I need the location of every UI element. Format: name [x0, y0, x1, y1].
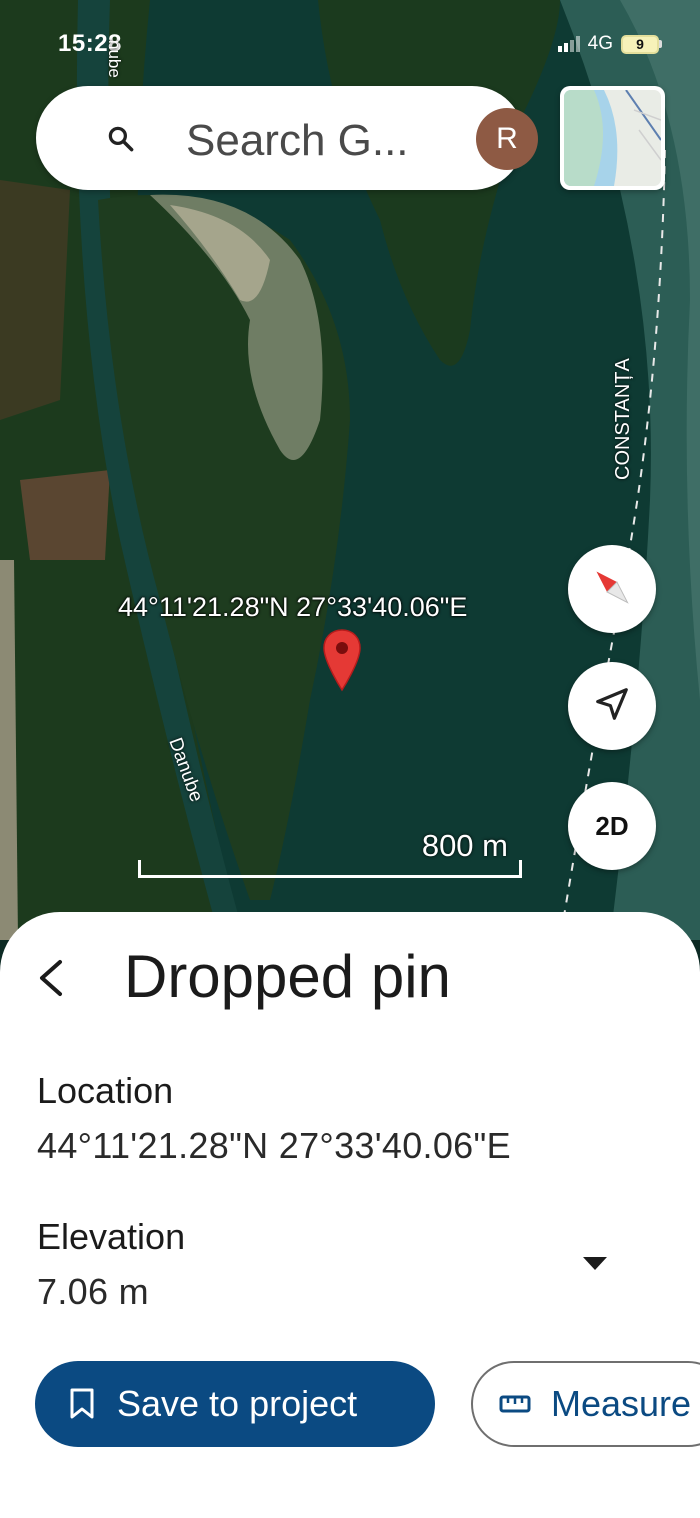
status-indicators: 4G 9: [557, 33, 662, 55]
save-to-project-button[interactable]: Save to project: [35, 1361, 435, 1447]
elevation-value: 7.06 m: [37, 1271, 149, 1312]
layers-thumbnail[interactable]: [560, 86, 665, 190]
bookmark-icon: [69, 1388, 95, 1420]
search-icon: [106, 124, 136, 159]
search-bar[interactable]: Search G... R: [36, 86, 538, 190]
compass-icon: [584, 559, 640, 620]
measure-button-label: Measure: [551, 1383, 692, 1424]
avatar[interactable]: R: [476, 108, 538, 170]
network-type: 4G: [587, 33, 613, 54]
my-location-button[interactable]: [568, 662, 656, 750]
map-mode-button[interactable]: 2D: [568, 782, 656, 870]
page-title: Dropped pin: [124, 943, 451, 1010]
scale-bar: 800 m: [138, 824, 522, 878]
save-button-label: Save to project: [117, 1383, 358, 1424]
place-sheet: Dropped pin Location 44°11'21.28"N 27°33…: [0, 912, 700, 1518]
measure-button[interactable]: Measure: [471, 1361, 700, 1447]
road-label: CONSTANȚA: [612, 358, 634, 480]
my-location-icon: [593, 685, 631, 728]
map-label-edge: nube: [105, 40, 124, 78]
location-label: Location: [37, 1070, 174, 1111]
location-value[interactable]: 44°11'21.28"N 27°33'40.06"E: [37, 1125, 511, 1167]
battery-level: 9: [621, 34, 659, 54]
chevron-left-icon: [40, 960, 62, 996]
elevation-label: Elevation: [37, 1216, 186, 1257]
satellite-map[interactable]: 15:28 nube 4G 9 Search G... R 44°11'21.2…: [0, 0, 700, 940]
search-input[interactable]: Search G...: [186, 116, 409, 166]
ruler-icon: [499, 1394, 531, 1414]
signal-icon: [557, 36, 580, 52]
battery-icon: 9: [621, 34, 662, 54]
map-coordinates-label: 44°11'21.28"N 27°33'40.06"E: [118, 592, 468, 622]
map-pin-icon[interactable]: [322, 628, 362, 697]
compass-button[interactable]: [568, 545, 656, 633]
back-button[interactable]: [28, 954, 76, 1002]
dropdown-arrow-icon[interactable]: [582, 1255, 608, 1276]
scale-value: 800 m: [421, 828, 508, 863]
